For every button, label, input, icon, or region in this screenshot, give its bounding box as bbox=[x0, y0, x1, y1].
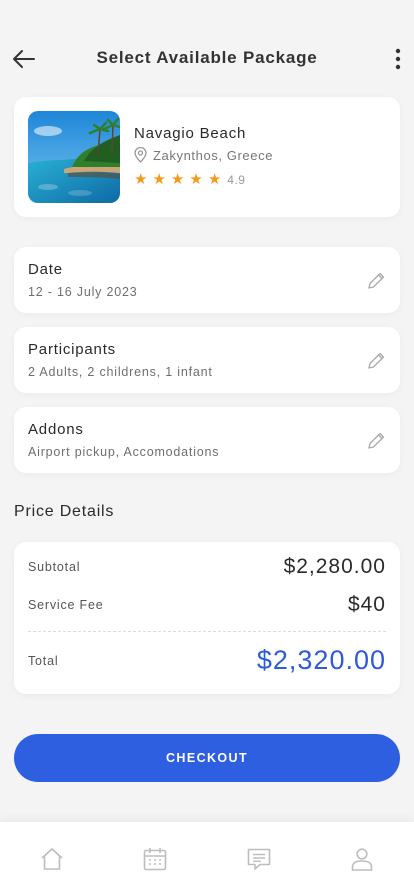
package-card[interactable]: Navagio Beach Zakynthos, Greece ★ ★ ★ ★ … bbox=[14, 97, 400, 217]
star-icon: ★ bbox=[207, 171, 222, 188]
nav-home[interactable] bbox=[32, 846, 72, 876]
service-fee-amount: $40 bbox=[347, 593, 386, 616]
more-vertical-icon bbox=[395, 48, 401, 70]
date-label: Date bbox=[28, 261, 63, 278]
subtotal-label: Subtotal bbox=[28, 560, 81, 574]
price-details-card: Subtotal $2,280.00 Service Fee $40 Total… bbox=[14, 542, 400, 694]
profile-icon bbox=[351, 848, 373, 871]
subtotal-amount: $2,280.00 bbox=[283, 555, 386, 578]
pencil-icon bbox=[368, 432, 385, 449]
nav-profile[interactable] bbox=[342, 846, 382, 876]
calendar-icon bbox=[143, 848, 167, 871]
star-icon: ★ bbox=[152, 171, 166, 188]
service-fee-label: Service Fee bbox=[28, 598, 104, 612]
price-details-title: Price Details bbox=[14, 503, 115, 520]
total-amount: $2,320.00 bbox=[256, 645, 386, 675]
arrow-left-icon bbox=[13, 50, 35, 68]
addons-card[interactable]: Addons Airport pickup, Accomodations bbox=[14, 407, 400, 473]
subtotal-row: Subtotal $2,280.00 bbox=[28, 555, 386, 579]
total-label: Total bbox=[28, 653, 59, 668]
star-icon: ★ bbox=[134, 171, 148, 188]
edit-participants-button[interactable] bbox=[364, 349, 388, 373]
location-pin-icon bbox=[134, 147, 147, 163]
bottom-navigation bbox=[0, 822, 414, 896]
rating-stars: ★ ★ ★ ★ ★ 4.9 bbox=[134, 172, 245, 187]
home-icon bbox=[41, 848, 63, 870]
pencil-icon bbox=[368, 352, 385, 369]
edit-date-button[interactable] bbox=[364, 269, 388, 293]
price-divider bbox=[28, 631, 386, 632]
more-options-button[interactable] bbox=[388, 45, 408, 73]
location-text: Zakynthos, Greece bbox=[153, 147, 274, 163]
nav-calendar[interactable] bbox=[135, 846, 175, 876]
participants-value: 2 Adults, 2 childrens, 1 infant bbox=[28, 365, 213, 379]
package-name: Navagio Beach bbox=[134, 125, 247, 142]
addons-label: Addons bbox=[28, 421, 84, 438]
top-bar: Select Available Package bbox=[0, 36, 414, 80]
page-title: Select Available Package bbox=[96, 48, 318, 67]
edit-addons-button[interactable] bbox=[364, 429, 388, 453]
back-button[interactable] bbox=[10, 45, 38, 73]
participants-card[interactable]: Participants 2 Adults, 2 childrens, 1 in… bbox=[14, 327, 400, 393]
service-fee-row: Service Fee $40 bbox=[28, 593, 386, 617]
package-location: Zakynthos, Greece bbox=[134, 147, 273, 163]
date-value: 12 - 16 July 2023 bbox=[28, 285, 138, 299]
pencil-icon bbox=[368, 272, 385, 289]
chat-icon bbox=[247, 848, 271, 870]
addons-value: Airport pickup, Accomodations bbox=[28, 445, 220, 459]
total-row: Total $2,320.00 bbox=[28, 645, 386, 676]
checkout-button[interactable]: CHECKOUT bbox=[14, 734, 400, 782]
package-image bbox=[28, 111, 120, 203]
star-icon: ★ bbox=[170, 171, 185, 188]
rating-value: 4.9 bbox=[227, 172, 246, 187]
star-icon: ★ bbox=[189, 171, 203, 188]
nav-messages[interactable] bbox=[239, 846, 279, 876]
date-card[interactable]: Date 12 - 16 July 2023 bbox=[14, 247, 400, 313]
participants-label: Participants bbox=[28, 341, 116, 358]
